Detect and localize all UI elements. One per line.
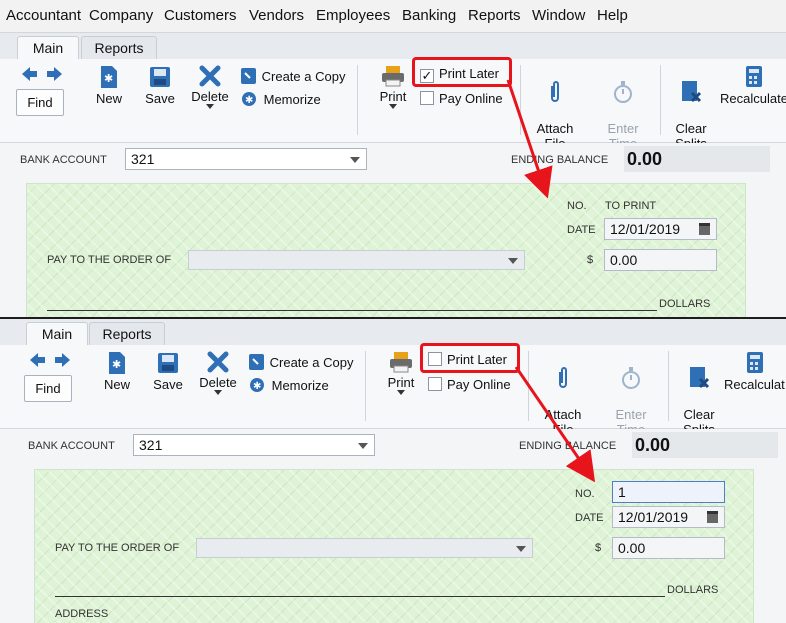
arrow-to-to-print (506, 79, 553, 199)
arrow-to-check-number (514, 366, 596, 483)
annotation-arrows (506, 79, 596, 483)
